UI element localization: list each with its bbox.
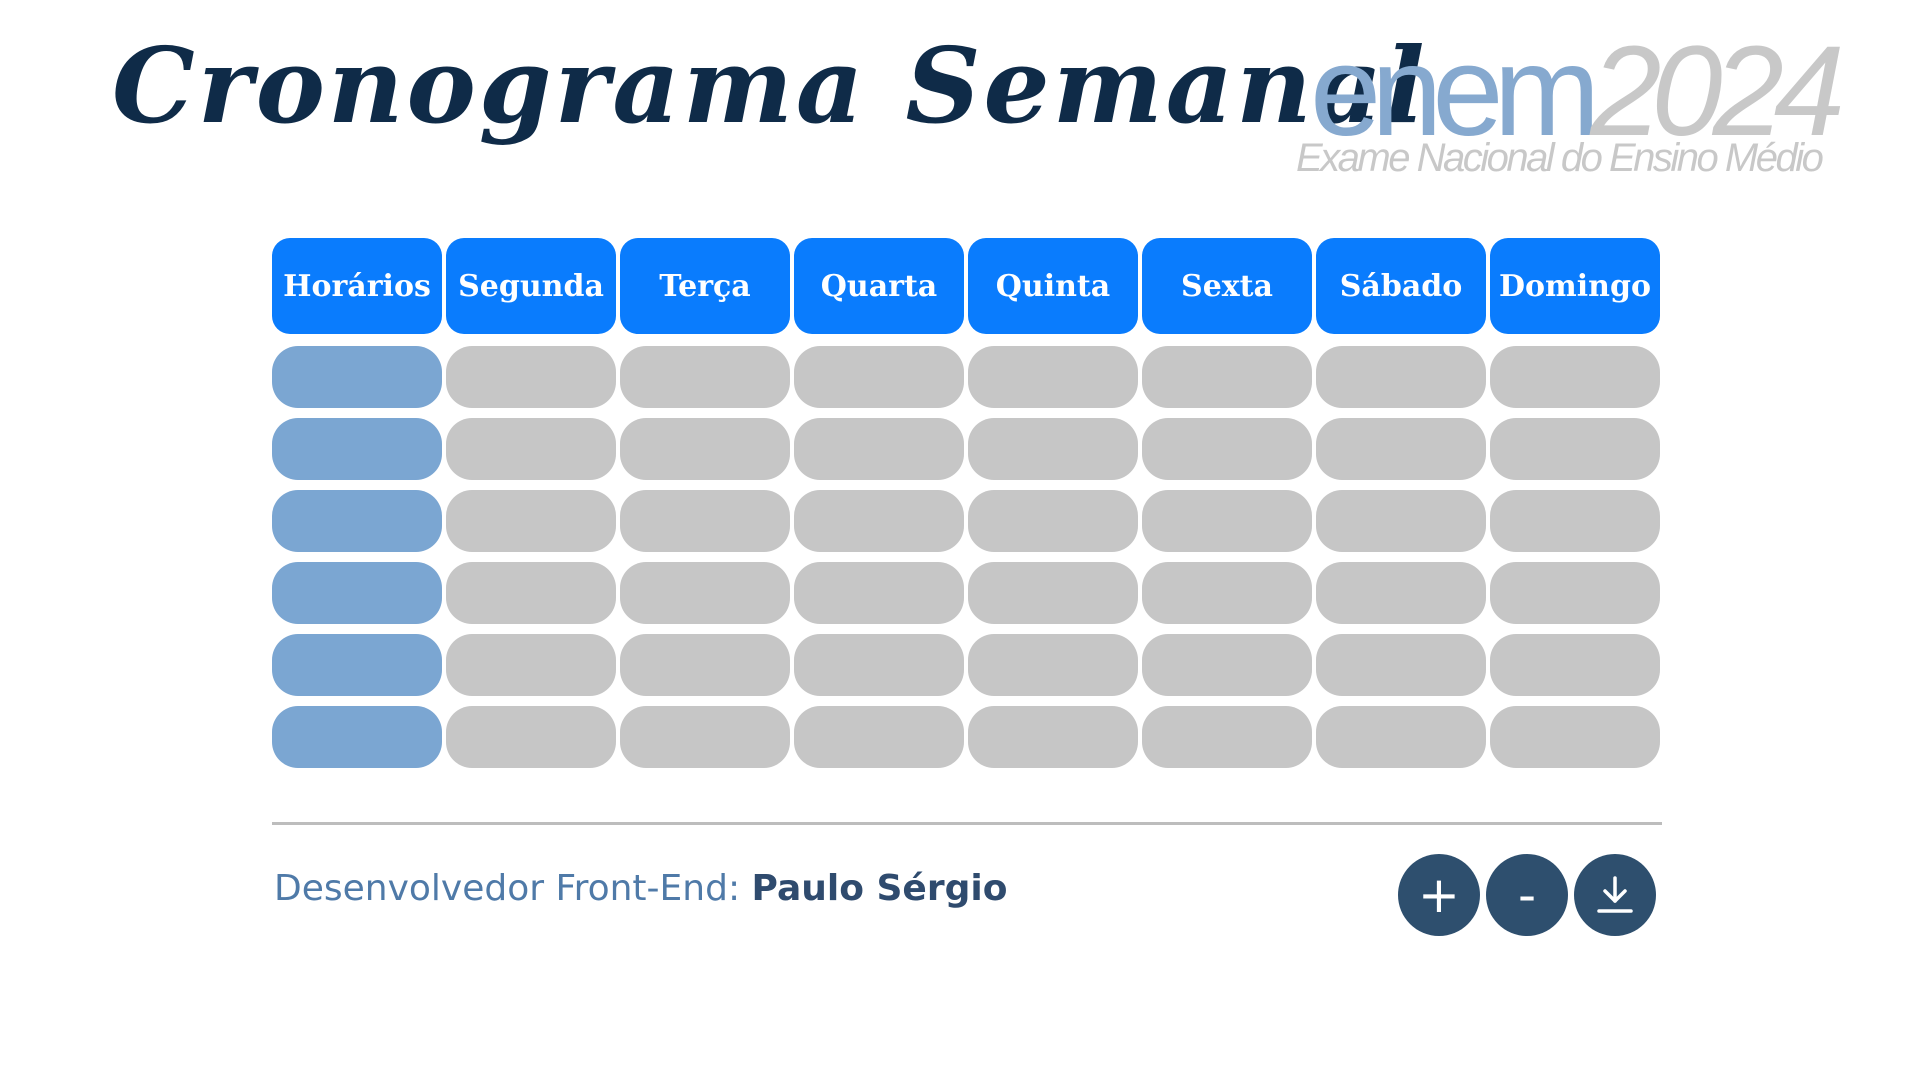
header-terca: Terça	[620, 238, 790, 334]
developer-credit: Desenvolvedor Front-End: Paulo Sérgio	[274, 868, 1007, 909]
schedule-cell[interactable]	[1490, 706, 1660, 768]
schedule-cell[interactable]	[620, 346, 790, 408]
time-cell[interactable]	[272, 490, 442, 552]
add-row-button[interactable]: +	[1398, 854, 1480, 936]
schedule-cell[interactable]	[446, 634, 616, 696]
footer-divider	[272, 822, 1662, 825]
credit-name: Paulo Sérgio	[751, 868, 1008, 909]
schedule-cell[interactable]	[1142, 418, 1312, 480]
header-quarta: Quarta	[794, 238, 964, 334]
schedule-cell[interactable]	[1142, 706, 1312, 768]
schedule-table: Horários Segunda Terça Quarta Quinta Sex…	[272, 238, 1660, 778]
header-domingo: Domingo	[1490, 238, 1660, 334]
schedule-cell[interactable]	[1142, 346, 1312, 408]
minus-icon: -	[1517, 866, 1537, 924]
time-cell[interactable]	[272, 634, 442, 696]
header-sabado: Sábado	[1316, 238, 1486, 334]
header-sexta: Sexta	[1142, 238, 1312, 334]
time-cell[interactable]	[272, 346, 442, 408]
schedule-cell[interactable]	[968, 346, 1138, 408]
schedule-cell[interactable]	[794, 706, 964, 768]
schedule-cell[interactable]	[1316, 562, 1486, 624]
credit-label: Desenvolvedor Front-End:	[274, 868, 741, 909]
schedule-cell[interactable]	[446, 490, 616, 552]
schedule-cell[interactable]	[968, 634, 1138, 696]
schedule-cell[interactable]	[1316, 706, 1486, 768]
enem-logo: enem2024 Exame Nacional do Ensino Médio	[1296, 28, 1845, 188]
download-icon	[1597, 876, 1633, 913]
schedule-cell[interactable]	[968, 562, 1138, 624]
header-segunda: Segunda	[446, 238, 616, 334]
time-cell[interactable]	[272, 418, 442, 480]
schedule-cell[interactable]	[446, 562, 616, 624]
schedule-cell[interactable]	[1142, 562, 1312, 624]
schedule-cell[interactable]	[1490, 490, 1660, 552]
action-buttons: + -	[1398, 854, 1656, 936]
schedule-cell[interactable]	[1490, 346, 1660, 408]
page-title: Cronograma Semanal	[112, 24, 1428, 147]
schedule-cell[interactable]	[620, 562, 790, 624]
schedule-cell[interactable]	[794, 562, 964, 624]
schedule-cell[interactable]	[1316, 346, 1486, 408]
time-cell[interactable]	[272, 706, 442, 768]
download-button[interactable]	[1574, 854, 1656, 936]
schedule-cell[interactable]	[794, 634, 964, 696]
schedule-cell[interactable]	[968, 706, 1138, 768]
schedule-cell[interactable]	[1142, 634, 1312, 696]
schedule-cell[interactable]	[620, 418, 790, 480]
schedule-cell[interactable]	[794, 346, 964, 408]
plus-icon: +	[1418, 866, 1460, 924]
schedule-cell[interactable]	[1316, 490, 1486, 552]
schedule-cell[interactable]	[794, 418, 964, 480]
schedule-cell[interactable]	[968, 490, 1138, 552]
schedule-cell[interactable]	[794, 490, 964, 552]
logo-subtitle: Exame Nacional do Ensino Médio	[1296, 136, 1824, 180]
header-horarios: Horários	[272, 238, 442, 334]
schedule-cell[interactable]	[620, 634, 790, 696]
schedule-cell[interactable]	[446, 418, 616, 480]
remove-row-button[interactable]: -	[1486, 854, 1568, 936]
schedule-cell[interactable]	[1316, 634, 1486, 696]
schedule-cell[interactable]	[968, 418, 1138, 480]
schedule-cell[interactable]	[1490, 634, 1660, 696]
schedule-cell[interactable]	[620, 706, 790, 768]
schedule-cell[interactable]	[446, 706, 616, 768]
schedule-cell[interactable]	[1490, 418, 1660, 480]
schedule-cell[interactable]	[1490, 562, 1660, 624]
schedule-cell[interactable]	[620, 490, 790, 552]
schedule-cell[interactable]	[1316, 418, 1486, 480]
schedule-cell[interactable]	[446, 346, 616, 408]
time-cell[interactable]	[272, 562, 442, 624]
header-quinta: Quinta	[968, 238, 1138, 334]
schedule-cell[interactable]	[1142, 490, 1312, 552]
